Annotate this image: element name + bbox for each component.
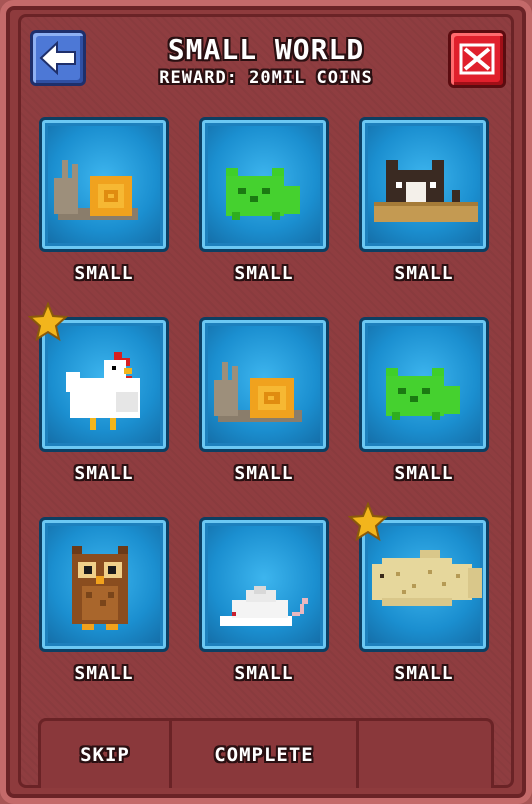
animal-size-label: SMALL bbox=[234, 463, 294, 484]
green-cat-icon bbox=[386, 368, 460, 420]
snail-icon bbox=[54, 160, 138, 220]
animal-card-green-cat[interactable] bbox=[199, 117, 329, 252]
empty-slot bbox=[359, 721, 491, 788]
bottom-action-bar: SKIP COMPLETE bbox=[38, 718, 494, 788]
animal-size-label: SMALL bbox=[394, 463, 454, 484]
skip-button[interactable]: SKIP bbox=[41, 721, 169, 788]
animal-size-label: SMALL bbox=[74, 263, 134, 284]
animal-card-white-mouse[interactable] bbox=[199, 517, 329, 652]
animal-card-cat-in-box[interactable] bbox=[359, 117, 489, 252]
animal-card-green-cat[interactable] bbox=[359, 317, 489, 452]
animal-size-label: SMALL bbox=[234, 263, 294, 284]
white-mouse-icon bbox=[220, 586, 308, 626]
green-cat-icon bbox=[226, 168, 300, 220]
x-icon bbox=[459, 43, 495, 75]
snail-icon bbox=[214, 362, 302, 422]
animal-card-owl[interactable] bbox=[39, 517, 169, 652]
animal-size-label: SMALL bbox=[234, 663, 294, 684]
animal-size-label: SMALL bbox=[74, 463, 134, 484]
star-icon bbox=[348, 502, 388, 542]
star-icon bbox=[28, 302, 68, 342]
animal-size-label: SMALL bbox=[394, 663, 454, 684]
complete-button[interactable]: COMPLETE bbox=[172, 721, 356, 788]
animal-size-label: SMALL bbox=[394, 263, 454, 284]
owl-icon bbox=[72, 546, 128, 630]
animal-size-label: SMALL bbox=[74, 663, 134, 684]
close-button[interactable] bbox=[448, 30, 506, 88]
animal-card-snail[interactable] bbox=[39, 117, 169, 252]
animal-card-snail[interactable] bbox=[199, 317, 329, 452]
cat-in-box-icon bbox=[374, 160, 478, 222]
